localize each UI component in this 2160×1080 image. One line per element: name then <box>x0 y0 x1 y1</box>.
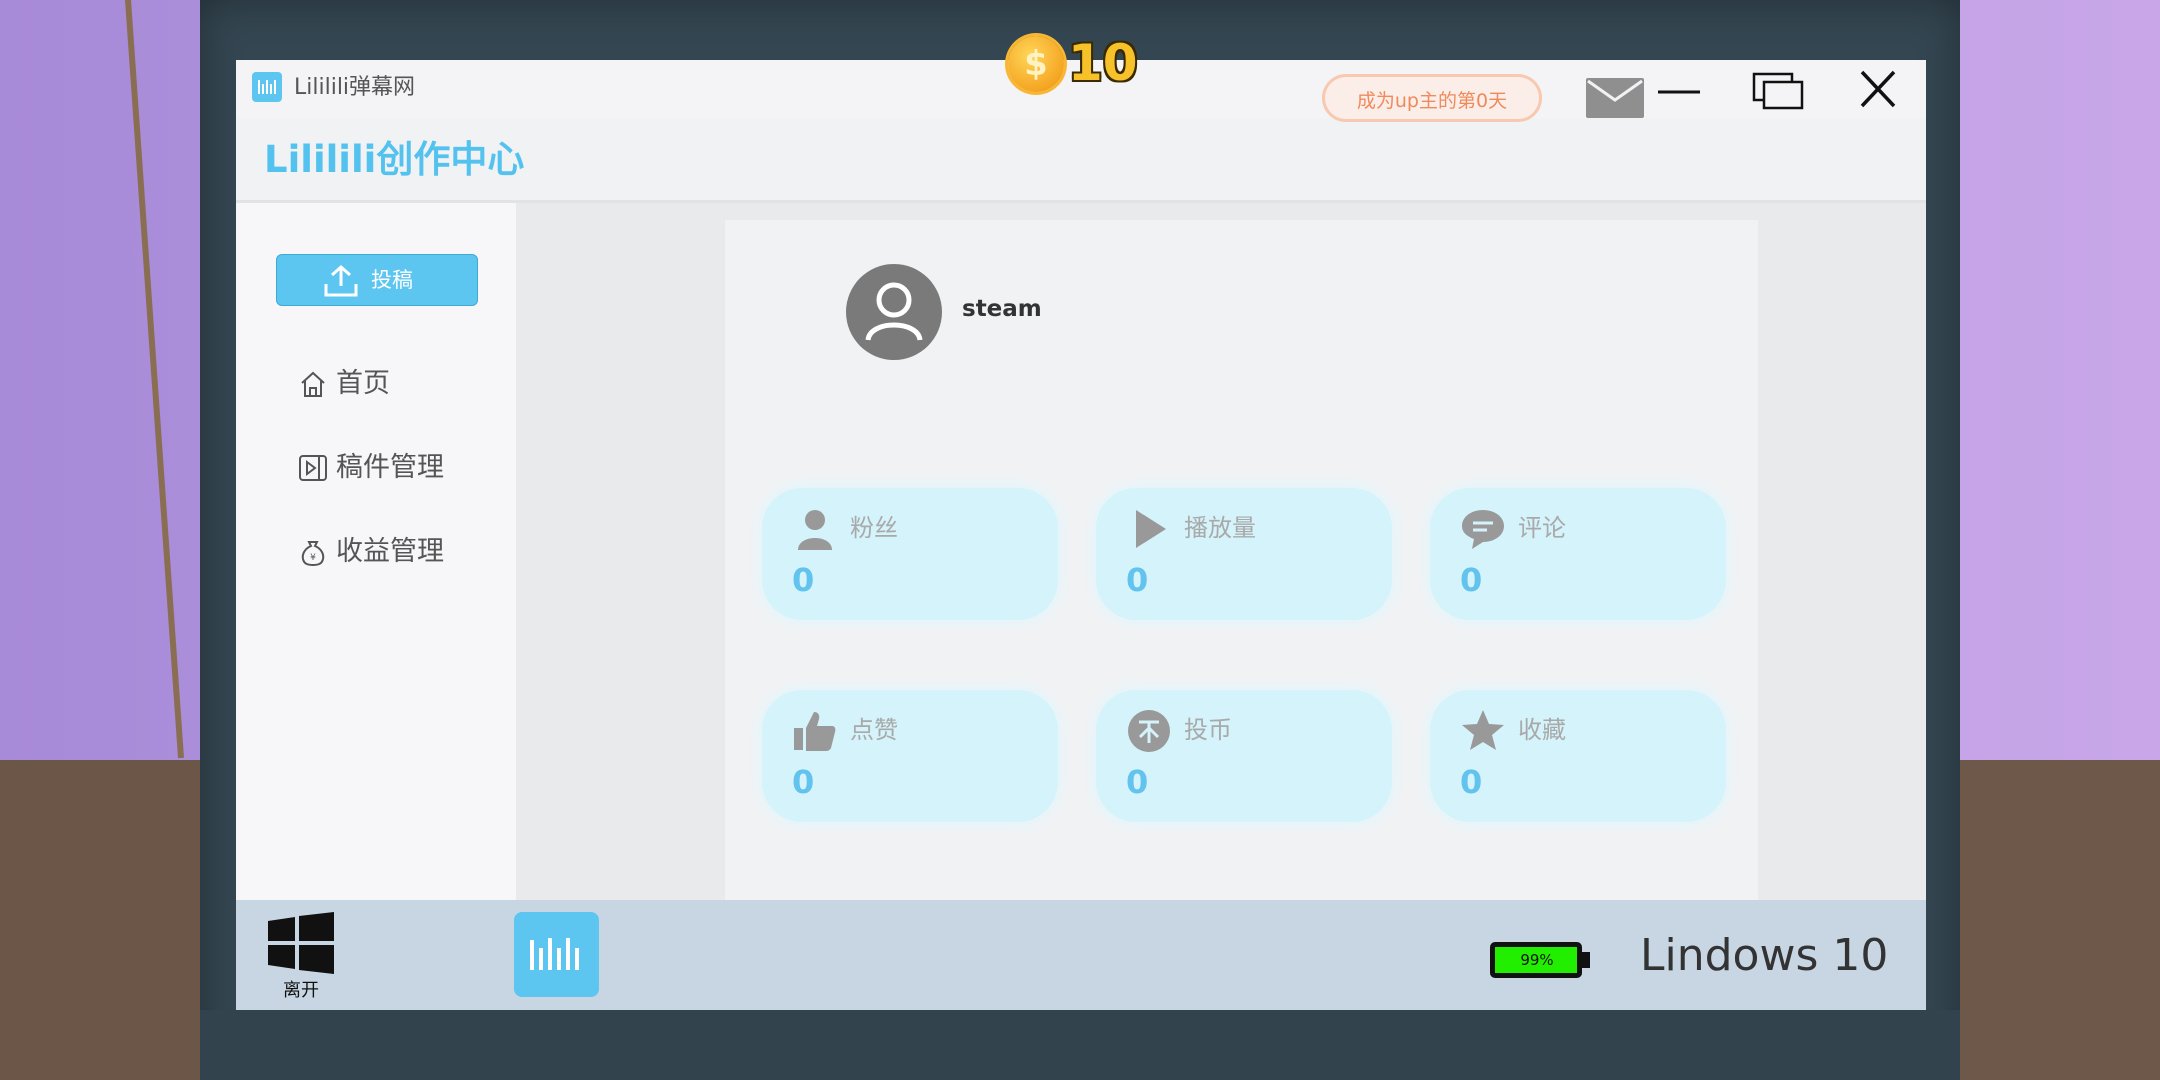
windows-logo-icon <box>268 912 334 974</box>
sidebar-item-manuscripts[interactable]: 稿件管理 <box>298 446 468 490</box>
username: steam <box>962 296 1042 322</box>
battery-percent: 99% <box>1520 951 1554 969</box>
floor-right <box>1940 760 2160 1080</box>
home-icon <box>301 371 325 397</box>
monitor-base <box>200 1010 1960 1080</box>
stat-card-plays[interactable]: 播放量 0 <box>1096 488 1392 620</box>
creator-days-badge[interactable]: 成为up主的第0天 <box>1322 74 1542 122</box>
upload-icon <box>324 264 358 297</box>
close-icon <box>1860 70 1896 108</box>
restore-button[interactable] <box>1746 66 1810 112</box>
close-button[interactable] <box>1846 66 1910 112</box>
stat-value: 0 <box>792 763 815 801</box>
stat-label: 点赞 <box>850 716 898 744</box>
sidebar-item-home[interactable]: 首页 <box>298 362 438 406</box>
app-header: Lililili创作中心 <box>236 118 1926 203</box>
person-icon <box>798 510 832 550</box>
start-button[interactable]: 离开 <box>268 912 336 1002</box>
stat-value: 0 <box>1126 763 1149 801</box>
brand-title: Lililili创作中心 <box>264 138 525 181</box>
stat-value: 0 <box>792 561 815 599</box>
svg-text:¥: ¥ <box>310 553 316 563</box>
thumbs-up-icon <box>794 712 836 751</box>
stat-card-likes[interactable]: 点赞 0 <box>762 690 1058 822</box>
stat-label: 投币 <box>1184 716 1232 744</box>
app-logo-icon <box>252 72 282 102</box>
stat-label: 粉丝 <box>850 514 898 542</box>
minimize-button[interactable] <box>1646 66 1710 112</box>
comment-icon <box>1462 510 1504 549</box>
hanging-cable <box>125 0 185 759</box>
stat-card-comments[interactable]: 评论 0 <box>1430 488 1726 620</box>
upload-button[interactable]: 投稿 <box>276 254 478 306</box>
battery-indicator: 99% <box>1488 940 1592 980</box>
stat-label: 播放量 <box>1184 514 1256 542</box>
video-file-icon <box>299 455 327 481</box>
stat-card-fans[interactable]: 粉丝 0 <box>762 488 1058 620</box>
coin-count: 10 <box>1068 34 1138 92</box>
stat-card-coins[interactable]: 投币 0 <box>1096 690 1392 822</box>
play-icon <box>1136 510 1166 548</box>
user-avatar-icon[interactable] <box>846 264 942 360</box>
coin-hud-icon: $ <box>1008 36 1064 92</box>
sidebar-item-label: 收益管理 <box>336 536 444 567</box>
upload-label: 投稿 <box>371 268 413 292</box>
coin-icon <box>1128 710 1170 752</box>
stat-card-favorites[interactable]: 收藏 0 <box>1430 690 1726 822</box>
sidebar-item-earnings[interactable]: ¥ 收益管理 <box>298 530 468 574</box>
money-bag-icon: ¥ <box>301 541 325 567</box>
os-name: Lindows 10 <box>1640 930 1889 981</box>
star-icon <box>1462 710 1504 750</box>
minimize-icon <box>1658 90 1700 94</box>
sidebar-item-label: 稿件管理 <box>336 452 444 483</box>
stat-value: 0 <box>1460 561 1483 599</box>
start-label: 离开 <box>283 980 319 1001</box>
stat-label: 收藏 <box>1518 716 1566 744</box>
sidebar-item-label: 首页 <box>336 368 390 399</box>
mail-icon[interactable] <box>1586 78 1644 118</box>
taskbar-app-lililili[interactable] <box>514 912 599 997</box>
stat-value: 0 <box>1126 561 1149 599</box>
stat-value: 0 <box>1460 763 1483 801</box>
window-title: Lililili弹幕网 <box>294 75 416 100</box>
stat-label: 评论 <box>1518 514 1566 542</box>
restore-icon <box>1752 72 1804 110</box>
lililili-app-icon <box>530 938 579 970</box>
